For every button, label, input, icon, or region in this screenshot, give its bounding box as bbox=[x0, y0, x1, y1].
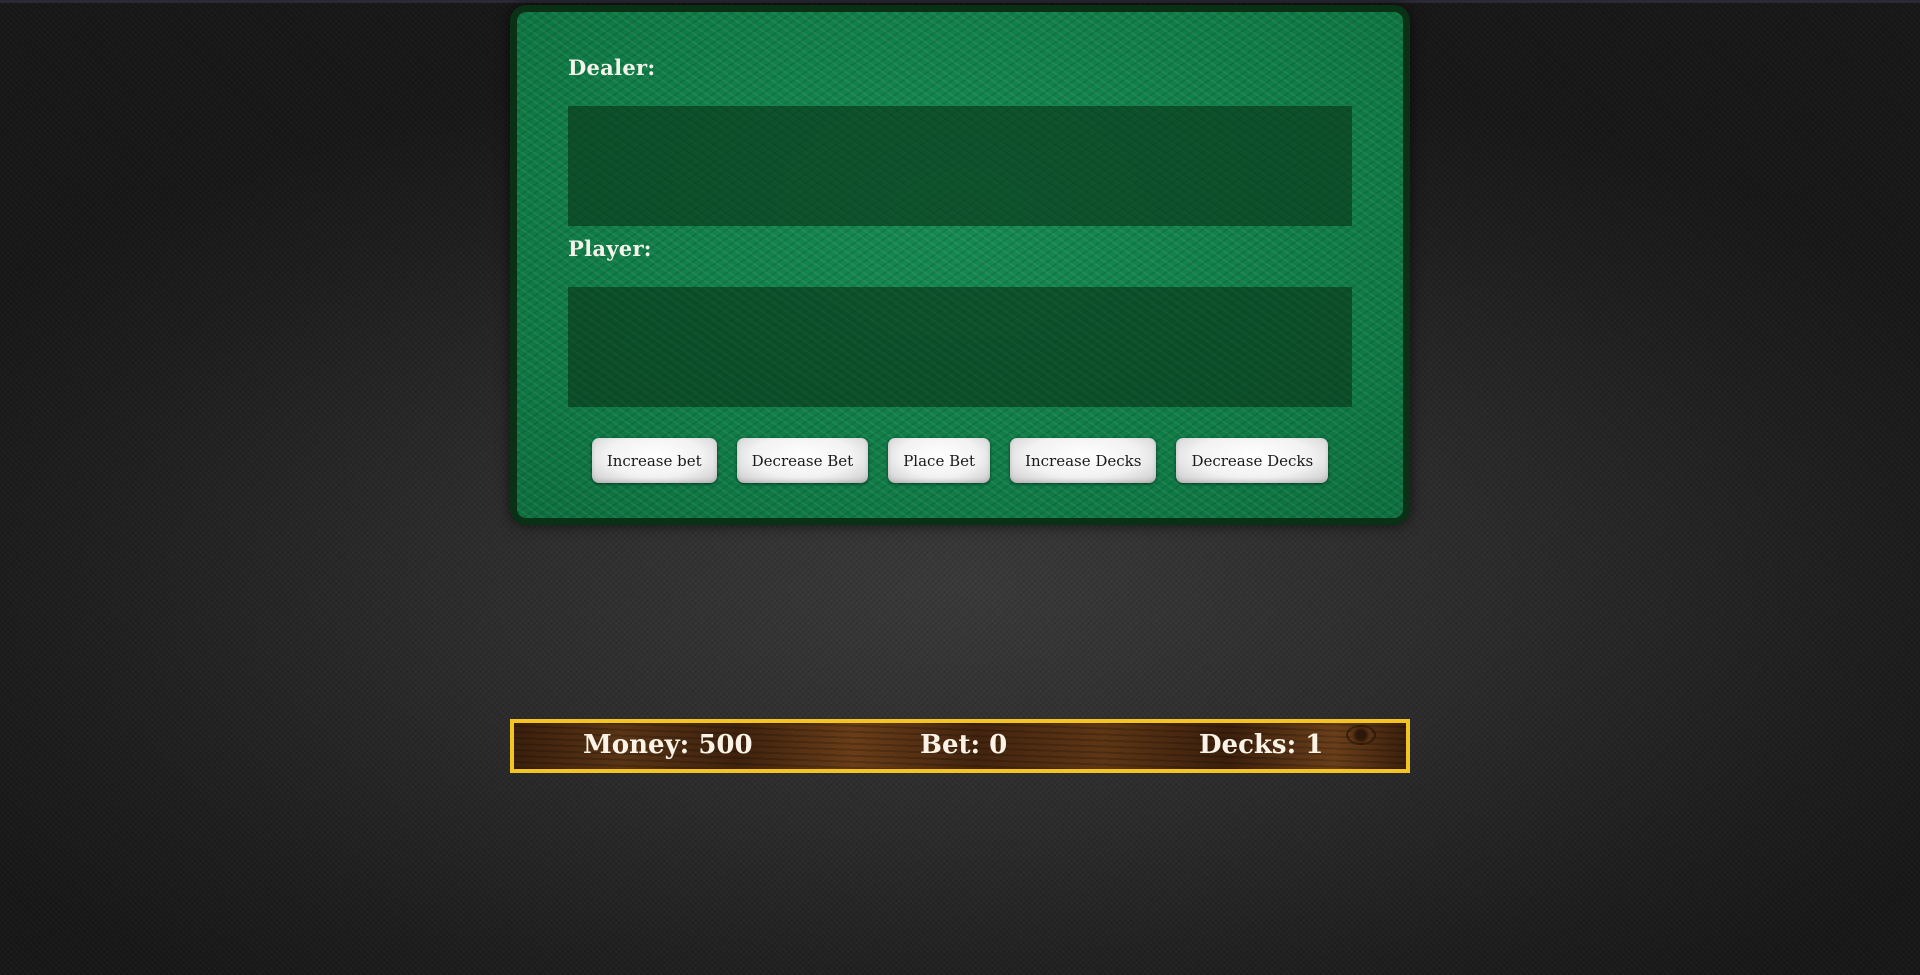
status-bar: Money: 500 Bet: 0 Decks: 1 bbox=[510, 719, 1410, 773]
player-label: Player: bbox=[568, 236, 652, 261]
player-hand-area bbox=[568, 287, 1352, 407]
money-display: Money: 500 bbox=[583, 730, 753, 760]
dealer-label: Dealer: bbox=[568, 55, 656, 80]
top-border-line bbox=[0, 0, 1920, 3]
increase-decks-button[interactable]: Increase Decks bbox=[1010, 438, 1157, 483]
decrease-decks-button[interactable]: Decrease Decks bbox=[1176, 438, 1329, 483]
decrease-bet-button[interactable]: Decrease Bet bbox=[736, 438, 869, 483]
bet-controls: Increase bet Decrease Bet Place Bet Incr… bbox=[517, 438, 1403, 483]
bet-display: Bet: 0 bbox=[920, 730, 1008, 760]
decks-display: Decks: 1 bbox=[1199, 730, 1324, 760]
blackjack-table: Dealer: Player: Increase bet Decrease Be… bbox=[510, 5, 1410, 525]
increase-bet-button[interactable]: Increase bet bbox=[591, 438, 717, 483]
wood-knot-decoration bbox=[1346, 725, 1376, 745]
place-bet-button[interactable]: Place Bet bbox=[888, 438, 991, 483]
dealer-hand-area bbox=[568, 106, 1352, 226]
